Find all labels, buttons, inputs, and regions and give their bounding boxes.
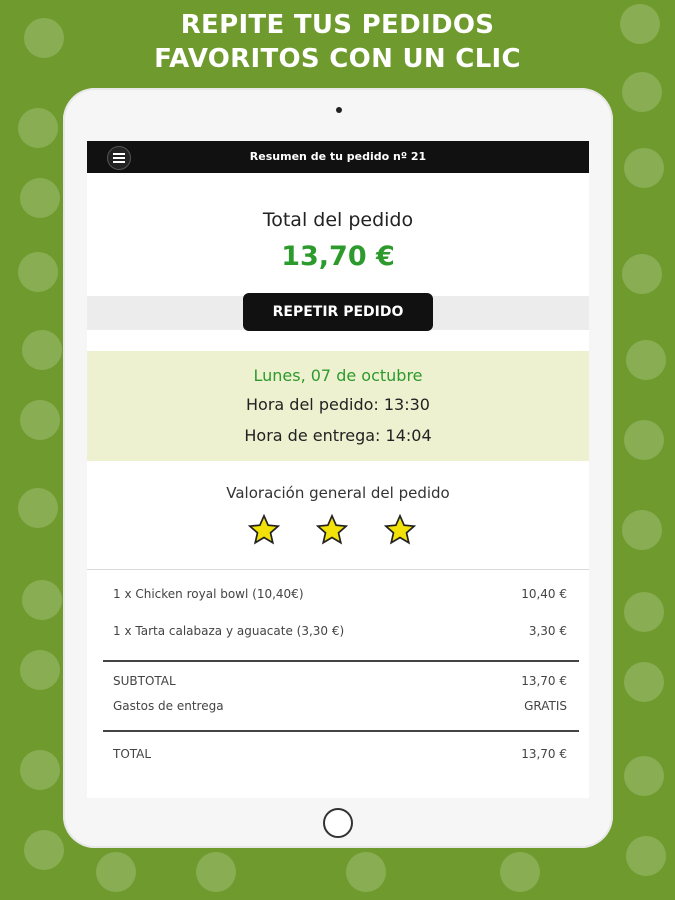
cocktail-icon <box>626 836 666 876</box>
star-icon[interactable] <box>383 513 417 547</box>
cocktail-icon <box>24 830 64 870</box>
noodle-bowl-icon <box>20 750 60 790</box>
delivery-fee-value: GRATIS <box>524 699 567 713</box>
item-price: 10,40 € <box>521 587 567 601</box>
wine-glasses-icon <box>622 72 662 112</box>
steak-icon <box>18 252 58 292</box>
top-bar: Resumen de tu pedido nº 21 <box>87 141 589 173</box>
delivery-fee-row: Gastos de entrega GRATIS <box>113 699 567 713</box>
item-price: 3,30 € <box>528 624 567 638</box>
noodle-bowl-icon <box>624 756 664 796</box>
cake-icon <box>346 852 386 892</box>
tablet-home-button[interactable] <box>323 808 353 838</box>
order-date: Lunes, 07 de octubre <box>253 366 423 385</box>
steak-icon <box>196 852 236 892</box>
subtotal-label: SUBTOTAL <box>113 674 176 688</box>
headline-line-2: FAVORITOS CON UN CLIC <box>154 44 521 74</box>
subtotal-row: SUBTOTAL 13,70 € <box>113 674 567 688</box>
apple-icon <box>20 650 60 690</box>
fruit-icon <box>500 852 540 892</box>
wine-bottle-icon <box>626 340 666 380</box>
steak-icon <box>622 510 662 550</box>
order-total-label: Total del pedido <box>262 209 414 231</box>
delivery-fee-label: Gastos de entrega <box>113 699 224 713</box>
delivery-time: Hora de entrega: 14:04 <box>244 426 432 445</box>
wine-glass-icon <box>22 580 62 620</box>
item-description: 1 x Tarta calabaza y aguacate (3,30 €) <box>113 624 345 638</box>
order-total-amount: 13,70 € <box>281 241 395 272</box>
page-title: Resumen de tu pedido nº 21 <box>249 150 427 163</box>
repeat-order-button[interactable]: REPETIR PEDIDO <box>243 293 433 331</box>
wine-glasses-icon <box>624 592 664 632</box>
headline-line-1: REPITE TUS PEDIDOS <box>180 10 495 40</box>
rating-label: Valoración general del pedido <box>226 484 450 502</box>
cake-icon <box>20 400 60 440</box>
lemon-icon <box>96 852 136 892</box>
order-item-row: 1 x Chicken royal bowl (10,40€) 10,40 € <box>113 587 567 601</box>
total-row: TOTAL 13,70 € <box>113 747 567 761</box>
star-icon[interactable] <box>315 513 349 547</box>
cake-icon <box>20 178 60 218</box>
divider <box>103 730 579 732</box>
cake-icon <box>624 148 664 188</box>
cake-icon <box>624 662 664 702</box>
cocktail-icon <box>18 108 58 148</box>
divider <box>87 569 589 570</box>
promo-headline: REPITE TUS PEDIDOS FAVORITOS CON UN CLIC <box>0 8 675 76</box>
star-icon[interactable] <box>247 513 281 547</box>
tablet-camera <box>336 107 342 113</box>
subtotal-value: 13,70 € <box>521 674 567 688</box>
order-item-row: 1 x Tarta calabaza y aguacate (3,30 €) 3… <box>113 624 567 638</box>
order-time: Hora del pedido: 13:30 <box>246 395 430 414</box>
divider <box>103 660 579 662</box>
total-value: 13,70 € <box>521 747 567 761</box>
fruit-icon <box>624 420 664 460</box>
order-summary-screen: Resumen de tu pedido nº 21 Total del ped… <box>87 141 589 798</box>
fish-icon <box>622 254 662 294</box>
wine-glass-icon <box>22 330 62 370</box>
rating-stars <box>247 513 427 553</box>
item-description: 1 x Chicken royal bowl (10,40€) <box>113 587 304 601</box>
fish-icon <box>18 488 58 528</box>
order-date-block: Lunes, 07 de octubre Hora del pedido: 13… <box>87 351 589 461</box>
total-label: TOTAL <box>113 747 152 761</box>
